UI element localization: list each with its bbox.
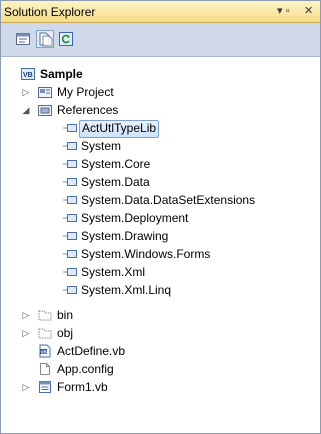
vb-project-icon: VB bbox=[21, 67, 35, 81]
assembly-reference-icon bbox=[63, 211, 77, 225]
tree-item-bin[interactable]: ▷ bin bbox=[1, 306, 320, 324]
tree-item-label: Form1.vb bbox=[57, 380, 108, 394]
refresh-icon[interactable] bbox=[58, 31, 74, 47]
vb-file-icon: VB bbox=[38, 344, 52, 358]
tree-item-appconfig[interactable]: App.config bbox=[1, 360, 320, 378]
solution-tree: VB Sample ▷ My Project ◢ References ActU… bbox=[1, 57, 320, 433]
tree-item-actdefine[interactable]: VB ActDefine.vb bbox=[1, 342, 320, 360]
reference-item[interactable]: System.Xml bbox=[1, 263, 320, 281]
tree-item-label: ActDefine.vb bbox=[57, 344, 126, 358]
tree-item-label: System.Xml.Linq bbox=[81, 283, 172, 297]
reference-item[interactable]: System.Deployment bbox=[1, 209, 320, 227]
properties-icon[interactable] bbox=[15, 31, 31, 47]
tree-item-label: bin bbox=[57, 308, 74, 322]
tree-item-label: System bbox=[81, 139, 122, 153]
svg-text:VB: VB bbox=[41, 349, 48, 354]
tree-item-label: obj bbox=[57, 326, 74, 340]
tree-item-references[interactable]: ◢ References bbox=[1, 101, 320, 119]
tree-item-label: System.Data bbox=[81, 175, 150, 189]
references-folder-icon bbox=[38, 103, 52, 117]
close-icon[interactable]: ✕ bbox=[304, 5, 313, 17]
pin-dropdown-icon[interactable]: ▾ ▫ bbox=[277, 5, 289, 17]
assembly-reference-icon bbox=[63, 139, 77, 153]
reference-item[interactable]: System.Drawing bbox=[1, 227, 320, 245]
tree-item-sample[interactable]: VB Sample bbox=[1, 65, 320, 83]
reference-item[interactable]: System bbox=[1, 137, 320, 155]
my-project-icon bbox=[38, 85, 52, 99]
assembly-reference-icon bbox=[63, 157, 77, 171]
reference-item[interactable]: System.Data.DataSetExtensions bbox=[1, 191, 320, 209]
panel-title-bar: Solution Explorer ▾ ▫ ✕ bbox=[1, 1, 320, 23]
expand-arrow-icon[interactable]: ▷ bbox=[20, 306, 32, 324]
reference-item[interactable]: ActUtlTypeLib bbox=[1, 119, 320, 138]
tree-item-label: System.Core bbox=[81, 157, 151, 171]
reference-item[interactable]: System.Windows.Forms bbox=[1, 245, 320, 263]
assembly-reference-icon bbox=[63, 229, 77, 243]
assembly-reference-icon bbox=[63, 247, 77, 261]
tree-item-label: ActUtlTypeLib bbox=[79, 120, 160, 138]
tree-item-label: App.config bbox=[57, 362, 114, 376]
config-file-icon bbox=[38, 362, 52, 376]
expand-arrow-icon[interactable]: ▷ bbox=[20, 378, 32, 396]
tree-item-label: System.Xml bbox=[81, 265, 146, 279]
reference-item[interactable]: System.Xml.Linq bbox=[1, 281, 320, 299]
solution-explorer-panel: Solution Explorer ▾ ▫ ✕ VB Sample ▷ My P… bbox=[0, 0, 321, 434]
tree-item-obj[interactable]: ▷ obj bbox=[1, 324, 320, 342]
toolbar bbox=[1, 23, 320, 57]
show-all-files-icon[interactable] bbox=[36, 30, 54, 48]
svg-text:VB: VB bbox=[23, 72, 33, 79]
assembly-reference-icon bbox=[63, 121, 77, 135]
tree-item-my-project[interactable]: ▷ My Project bbox=[1, 83, 320, 101]
expand-arrow-icon[interactable]: ▷ bbox=[20, 324, 32, 342]
reference-item[interactable]: System.Data bbox=[1, 173, 320, 191]
tree-item-label: System.Drawing bbox=[81, 229, 169, 243]
tree-item-label: Sample bbox=[40, 67, 83, 81]
panel-title: Solution Explorer bbox=[4, 5, 96, 19]
assembly-reference-icon bbox=[63, 175, 77, 189]
folder-icon bbox=[38, 326, 52, 340]
assembly-reference-icon bbox=[63, 193, 77, 207]
tree-item-label: System.Data.DataSetExtensions bbox=[81, 193, 256, 207]
tree-item-label: System.Windows.Forms bbox=[81, 247, 211, 261]
form-file-icon bbox=[38, 380, 52, 394]
tree-item-label: System.Deployment bbox=[81, 211, 189, 225]
folder-icon bbox=[38, 308, 52, 322]
assembly-reference-icon bbox=[63, 265, 77, 279]
reference-item[interactable]: System.Core bbox=[1, 155, 320, 173]
assembly-reference-icon bbox=[63, 283, 77, 297]
tree-item-form1[interactable]: ▷ Form1.vb bbox=[1, 378, 320, 396]
expand-arrow-icon[interactable]: ▷ bbox=[20, 83, 32, 101]
collapse-arrow-icon[interactable]: ◢ bbox=[20, 101, 32, 119]
tree-item-label: My Project bbox=[57, 85, 114, 99]
tree-item-label: References bbox=[57, 103, 119, 117]
